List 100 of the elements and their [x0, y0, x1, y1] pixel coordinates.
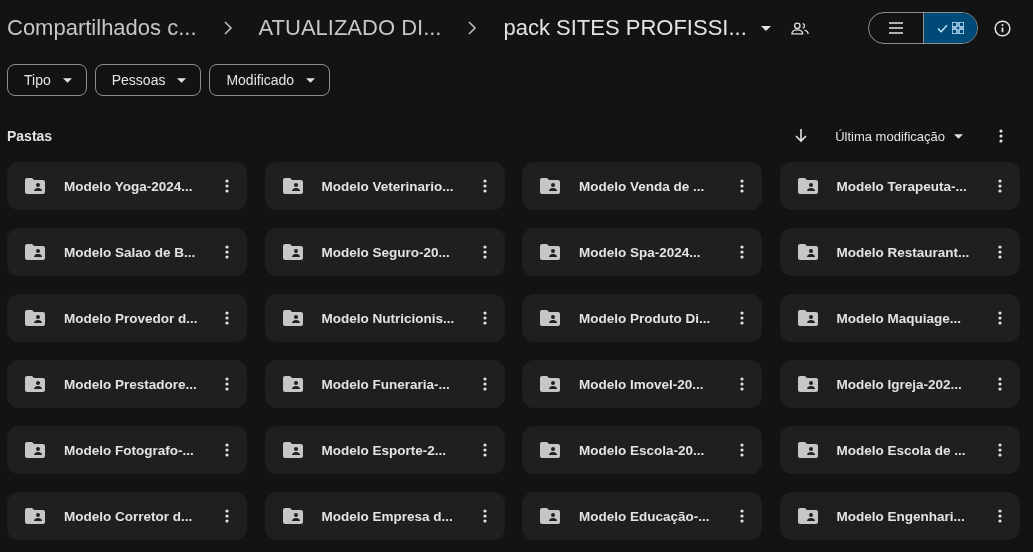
- list-icon: [889, 22, 903, 34]
- folder-name: Modelo Maquiage...: [836, 310, 962, 326]
- shared-folder-icon: [282, 376, 303, 392]
- shared-folder-icon: [25, 244, 45, 260]
- grid-view-button[interactable]: [923, 13, 977, 43]
- breadcrumb[interactable]: ATUALIZADO DI...: [258, 15, 442, 41]
- shared-folder-icon: [797, 442, 818, 458]
- shared-folder-icon: [25, 508, 45, 524]
- more-options-icon[interactable]: [225, 245, 229, 259]
- more-options-icon[interactable]: [225, 377, 229, 391]
- folder-card[interactable]: Modelo Educação-...: [522, 492, 762, 540]
- folder-card[interactable]: Modelo Veterinario...: [264, 162, 505, 210]
- breadcrumb[interactable]: pack SITES PROFISSI...: [503, 15, 747, 41]
- shared-folder-icon: [540, 178, 560, 194]
- folder-card[interactable]: Modelo Seguro-20...: [264, 228, 505, 276]
- more-options-icon[interactable]: [999, 129, 1003, 143]
- folder-name: Modelo Corretor d...: [64, 508, 194, 524]
- folder-name: Modelo Yoga-2024...: [64, 178, 194, 194]
- filter-chip[interactable]: Pessoas: [94, 64, 202, 96]
- folder-card[interactable]: Modelo Nutricionis...: [264, 294, 505, 342]
- folder-card[interactable]: Modelo Prestadore...: [7, 360, 247, 408]
- folder-name: Modelo Igreja-202...: [836, 376, 963, 392]
- folder-card[interactable]: Modelo Corretor d...: [7, 492, 247, 540]
- more-options-icon[interactable]: [482, 245, 487, 259]
- chevron-right-icon: [467, 21, 478, 35]
- more-options-icon[interactable]: [225, 443, 229, 457]
- shared-folder-icon: [282, 442, 303, 458]
- more-options-icon[interactable]: [225, 179, 229, 193]
- folder-name: Modelo Imovel-20...: [579, 376, 705, 392]
- folder-card[interactable]: Modelo Produto Di...: [522, 294, 762, 342]
- shared-folder-icon: [540, 310, 560, 326]
- folder-card[interactable]: Modelo Imovel-20...: [522, 360, 762, 408]
- folder-card[interactable]: Modelo Escola de ...: [779, 426, 1020, 474]
- more-options-icon[interactable]: [225, 509, 229, 523]
- more-options-icon[interactable]: [482, 509, 487, 523]
- sort-direction-icon[interactable]: [795, 129, 808, 143]
- folder-card[interactable]: Modelo Funeraria-...: [264, 360, 505, 408]
- more-options-icon[interactable]: [997, 377, 1002, 391]
- folder-card[interactable]: Modelo Igreja-202...: [779, 360, 1020, 408]
- folder-card[interactable]: Modelo Engenhari...: [779, 492, 1020, 540]
- more-options-icon[interactable]: [740, 509, 744, 523]
- folder-name: Modelo Esporte-2...: [321, 442, 447, 458]
- shared-folder-icon: [797, 178, 818, 194]
- folder-name: Modelo Terapeuta-...: [836, 178, 968, 194]
- folder-card[interactable]: Modelo Maquiage...: [779, 294, 1020, 342]
- chevron-right-icon: [222, 21, 233, 35]
- more-options-icon[interactable]: [482, 377, 487, 391]
- filter-chip[interactable]: Tipo: [7, 64, 87, 96]
- sort-button[interactable]: Última modificação: [829, 127, 969, 145]
- more-options-icon[interactable]: [740, 311, 744, 325]
- more-options-icon[interactable]: [482, 179, 487, 193]
- caret-icon: [62, 77, 72, 83]
- folder-name: Modelo Provedor d...: [64, 310, 199, 326]
- shared-folder-icon: [540, 244, 560, 260]
- more-options-icon[interactable]: [997, 245, 1002, 259]
- folder-card[interactable]: Modelo Provedor d...: [7, 294, 247, 342]
- folder-card[interactable]: Modelo Restaurant...: [779, 228, 1020, 276]
- more-options-icon[interactable]: [740, 245, 744, 259]
- folder-name: Modelo Seguro-20...: [321, 244, 451, 260]
- more-options-icon[interactable]: [997, 443, 1002, 457]
- more-options-icon[interactable]: [997, 179, 1002, 193]
- more-options-icon[interactable]: [997, 509, 1002, 523]
- info-icon[interactable]: [994, 19, 1011, 37]
- folder-card[interactable]: Modelo Fotografo-...: [7, 426, 247, 474]
- folder-card[interactable]: Modelo Spa-2024...: [522, 228, 762, 276]
- folder-card[interactable]: Modelo Esporte-2...: [264, 426, 505, 474]
- folder-name: Modelo Produto Di...: [579, 310, 712, 326]
- more-options-icon[interactable]: [740, 179, 744, 193]
- more-options-icon[interactable]: [225, 311, 229, 325]
- folder-name: Modelo Spa-2024...: [579, 244, 702, 260]
- shared-folder-icon: [540, 508, 560, 524]
- filter-chip[interactable]: Modificado: [209, 64, 331, 96]
- breadcrumb[interactable]: Compartilhados c...: [7, 15, 197, 41]
- folder-card[interactable]: Modelo Terapeuta-...: [779, 162, 1020, 210]
- shared-folder-icon: [25, 376, 45, 392]
- shared-folder-icon: [25, 178, 45, 194]
- more-options-icon[interactable]: [482, 311, 487, 325]
- folder-name: Modelo Engenhari...: [836, 508, 966, 524]
- caret-icon: [954, 133, 963, 139]
- folder-name: Modelo Prestadore...: [64, 376, 198, 392]
- more-options-icon[interactable]: [997, 311, 1002, 325]
- folder-name: Modelo Venda de ...: [579, 178, 706, 194]
- caret-icon[interactable]: [760, 25, 771, 31]
- folder-name: Modelo Educação-...: [579, 508, 711, 524]
- more-options-icon[interactable]: [740, 443, 744, 457]
- folder-name: Modelo Restaurant...: [836, 244, 971, 260]
- folder-card[interactable]: Modelo Yoga-2024...: [7, 162, 247, 210]
- shared-folder-icon: [797, 310, 818, 326]
- shared-folder-icon: [797, 244, 818, 260]
- folder-name: Modelo Escola de ...: [836, 442, 967, 458]
- more-options-icon[interactable]: [740, 377, 744, 391]
- people-icon[interactable]: [790, 21, 809, 35]
- more-options-icon[interactable]: [482, 443, 487, 457]
- grid-icon: [952, 22, 964, 34]
- folder-card[interactable]: Modelo Empresa d...: [264, 492, 505, 540]
- folder-card[interactable]: Modelo Salao de B...: [7, 228, 247, 276]
- shared-folder-icon: [282, 178, 303, 194]
- folder-card[interactable]: Modelo Escola-20...: [522, 426, 762, 474]
- shared-folder-icon: [540, 442, 560, 458]
- folder-card[interactable]: Modelo Venda de ...: [522, 162, 762, 210]
